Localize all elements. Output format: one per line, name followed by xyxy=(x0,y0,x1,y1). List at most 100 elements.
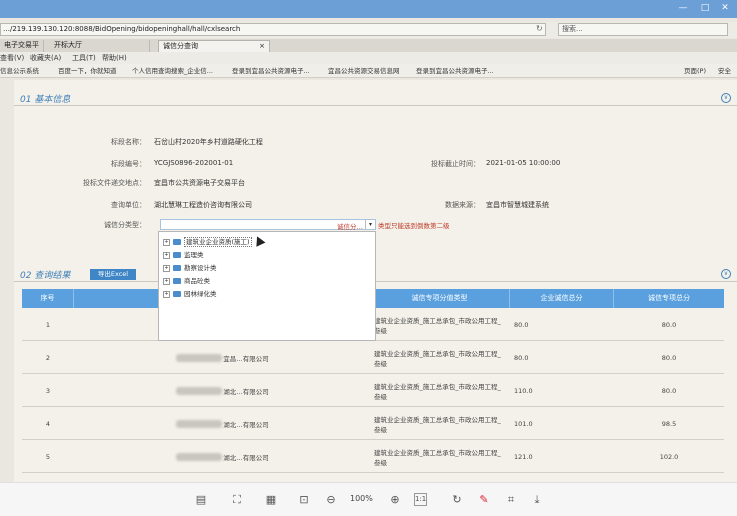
favorites-bar: 信息公示系统 百度一下，你就知道 个人信用查询搜索_企业信... 登录到宜昌公共… xyxy=(0,64,737,78)
cell-company: 湖北…有限公司 xyxy=(74,374,370,407)
col-total[interactable]: 企业诚信总分 xyxy=(510,289,614,308)
expand-icon[interactable]: + xyxy=(163,238,170,246)
cell-total-text: 80.0 xyxy=(514,353,529,362)
cell-type-text: 建筑业企业资质_施工总承包_市政公用工程_叁级 xyxy=(374,382,501,401)
zoom-in-icon[interactable]: ⊕ xyxy=(387,492,403,508)
data-source-label: 数据来源： xyxy=(445,201,480,209)
cell-type: 建筑业企业资质_施工总承包_市政公用工程_叁级 xyxy=(374,308,506,341)
table-row[interactable]: 湖北… 建筑业企业资质_施工总承包_市政公用工程_叁 xyxy=(22,473,724,483)
credit-type-label: 诚信分类型： xyxy=(104,221,146,229)
collapse-icon[interactable]: ∨ xyxy=(721,93,731,103)
menu-favorites[interactable]: 收藏夹(A) xyxy=(30,52,61,64)
cell-no: 3 xyxy=(22,374,74,407)
cell-company-text: 湖北…有限公司 xyxy=(223,387,269,396)
credit-type-selected: 诚信分… xyxy=(337,223,363,231)
table-row[interactable]: 2 宜昌…有限公司 建筑业企业资质_施工总承包_市政公用工程_叁级 80.0 80.0 xyxy=(22,341,724,374)
cell-special: 80.0 xyxy=(614,308,724,341)
tree-item-label: 园林绿化类 xyxy=(184,290,217,298)
fav-item[interactable]: 宜昌公共资源交易信息网 xyxy=(328,64,400,78)
cell-total xyxy=(510,473,614,482)
cell-type: 建筑业企业资质_施工总承包_市政公用工程_叁级 xyxy=(374,341,506,374)
expand-icon[interactable]: + xyxy=(163,251,170,259)
close-button[interactable]: ✕ xyxy=(718,2,732,15)
fav-item[interactable]: 登录到宜昌公共资源电子... xyxy=(232,64,310,78)
ocr-icon[interactable]: ▦ xyxy=(263,492,279,508)
minimize-button[interactable]: — xyxy=(676,2,690,15)
col-no[interactable]: 序号 xyxy=(22,289,74,308)
tab-credit-query[interactable]: 诚信分查询 × xyxy=(158,40,270,52)
result-title: 02 查询结果 xyxy=(20,271,71,281)
data-source-value: 宜昌市智慧城建系统 xyxy=(486,201,549,209)
fav-item[interactable]: 百度一下，你就知道 xyxy=(58,64,117,78)
tree-item-survey-design[interactable]: + 勘察设计类 xyxy=(163,262,217,274)
cell-type-text: 建筑业企业资质_施工总承包_市政公用工程_叁级 xyxy=(374,316,501,335)
refresh-icon[interactable]: ↻ xyxy=(536,24,543,33)
cell-type: 建筑业企业资质_施工总承包_市政公用工程_叁级 xyxy=(374,440,506,473)
tab-credit-query-label: 诚信分查询 xyxy=(163,42,198,50)
tree-item-concrete[interactable]: + 商品砼类 xyxy=(163,275,210,287)
redacted-text xyxy=(176,386,223,395)
edit-icon[interactable]: ✎ xyxy=(476,492,492,508)
tree-item-construction[interactable]: + 建筑业企业资质(施工) xyxy=(163,236,252,248)
close-tab-icon[interactable]: × xyxy=(259,41,265,52)
credit-type-dropdown: + 建筑业企业资质(施工) + 监理类 + 勘察设计类 + 商品砼类 + 园林绿化类 xyxy=(158,231,376,341)
expand-icon[interactable]: + xyxy=(163,290,170,298)
cell-total-text: 110.0 xyxy=(514,386,533,395)
export-excel-button[interactable]: 导出Excel xyxy=(90,269,136,280)
thumbnail-icon[interactable]: ▤ xyxy=(193,492,209,508)
search-input[interactable]: 搜索... xyxy=(558,23,728,36)
fav-item[interactable]: 个人信用查询搜索_企业信... xyxy=(132,64,213,78)
cell-company: 湖北…有限公司 xyxy=(74,440,370,473)
chevron-down-icon[interactable]: ▾ xyxy=(365,220,375,229)
cell-company-text: 湖北…有限公司 xyxy=(223,420,269,429)
photographed-screen: …/219.139.130.120:8088/BidOpening/bidope… xyxy=(0,18,737,482)
page-menu[interactable]: 页面(P) xyxy=(684,64,706,78)
col-type[interactable]: 诚信专项分值类型 xyxy=(370,289,510,308)
zoom-out-icon[interactable]: ⊖ xyxy=(323,492,339,508)
menu-view[interactable]: 查看(V) xyxy=(0,52,24,64)
expand-icon[interactable]: + xyxy=(163,264,170,272)
credit-type-select[interactable]: 诚信分… ▾ xyxy=(160,219,376,231)
fav-item[interactable]: 登录到宜昌公共资源电子... xyxy=(416,64,494,78)
cell-total: 80.0 xyxy=(510,341,614,374)
crop-icon[interactable]: ⌗ xyxy=(503,492,519,508)
redacted-text xyxy=(176,452,223,461)
rotate-icon[interactable]: ↻ xyxy=(449,492,465,508)
expand-icon[interactable]: + xyxy=(163,277,170,285)
cell-type-text: 建筑业企业资质_施工总承包_市政公用工程_叁级 xyxy=(374,448,501,467)
table-row[interactable]: 3 湖北…有限公司 建筑业企业资质_施工总承包_市政公用工程_叁级 110.0 80.0 xyxy=(22,374,724,407)
table-row[interactable]: 4 湖北…有限公司 建筑业企业资质_施工总承包_市政公用工程_叁级 101.0 98.5 xyxy=(22,407,724,440)
fit-window-icon[interactable]: ⊡ xyxy=(296,492,312,508)
actual-size-icon[interactable]: 1:1 xyxy=(414,493,427,506)
cell-no: 4 xyxy=(22,407,74,440)
window-titlebar: — □ ✕ xyxy=(0,0,737,18)
zoom-level: 100% xyxy=(350,494,373,503)
menu-tools[interactable]: 工具(T) xyxy=(72,52,96,64)
address-input[interactable]: …/219.139.130.120:8088/BidOpening/bidope… xyxy=(0,23,546,36)
col-special[interactable]: 诚信专项总分 xyxy=(614,289,724,308)
cell-no-text: 5 xyxy=(45,452,51,461)
section-no-value: YCGJS0896-202001-01 xyxy=(154,159,234,167)
tree-item-supervision[interactable]: + 监理类 xyxy=(163,249,204,261)
safety-menu[interactable]: 安全 xyxy=(718,64,731,78)
cell-total-text: 101.0 xyxy=(514,419,533,428)
tree-item-landscaping[interactable]: + 园林绿化类 xyxy=(163,288,217,300)
cell-no: 2 xyxy=(22,341,74,374)
collapse-icon[interactable]: ∨ xyxy=(721,269,731,279)
cell-total: 80.0 xyxy=(510,308,614,341)
fav-item[interactable]: 信息公示系统 xyxy=(0,64,39,78)
query-unit-label: 查询单位： xyxy=(111,201,146,209)
credit-type-hint: 类型只能选到倒数第二级 xyxy=(378,222,450,230)
submit-place-value: 宜昌市公共资源电子交易平台 xyxy=(154,179,245,187)
redacted-text xyxy=(176,419,223,428)
screenshot-icon[interactable]: ⛶ xyxy=(229,492,245,508)
tab-trading-platform[interactable]: 电子交易平台 xyxy=(0,40,44,60)
cell-company-text: 湖北…有限公司 xyxy=(223,453,269,462)
tab-bid-hall[interactable]: 开标大厅 xyxy=(50,40,150,52)
deadline-label: 投标截止时间： xyxy=(431,160,480,168)
table-row[interactable]: 5 湖北…有限公司 建筑业企业资质_施工总承包_市政公用工程_叁级 121.0 102.… xyxy=(22,440,724,473)
menu-help[interactable]: 帮助(H) xyxy=(102,52,127,64)
maximize-button[interactable]: □ xyxy=(698,2,712,15)
download-icon[interactable]: ⤓ xyxy=(529,492,545,508)
cell-total-text: 80.0 xyxy=(514,320,529,329)
